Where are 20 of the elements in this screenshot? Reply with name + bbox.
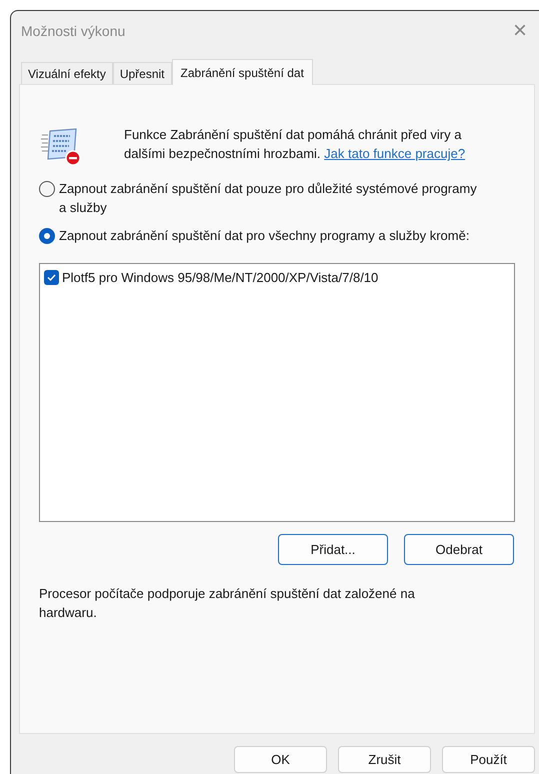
tab[interactable]: Zabránění spuštění dat bbox=[172, 59, 313, 85]
radio-label: Zapnout zabránění spuštění dat pro všechny programy a služby kromě: bbox=[59, 227, 470, 245]
dialog-button[interactable]: Použít bbox=[442, 746, 535, 773]
tab[interactable]: Vizuální efekty bbox=[21, 62, 113, 84]
list-action-button[interactable]: Odebrat bbox=[404, 534, 514, 565]
help-link[interactable]: Jak tato funkce pracuje? bbox=[324, 146, 466, 161]
exception-label: Plotf5 pro Windows 95/98/Me/NT/2000/XP/Vista/7/8/10 bbox=[62, 269, 378, 287]
tab[interactable]: Upřesnit bbox=[112, 62, 172, 84]
radio-option[interactable]: Zapnout zabránění spuštění dat pro všechny programy a služby kromě: bbox=[39, 226, 515, 245]
check-icon bbox=[46, 272, 57, 284]
dialog-button[interactable]: Zrušit bbox=[338, 746, 431, 773]
checkbox[interactable] bbox=[44, 270, 59, 286]
status-text: Procesor počítače podporuje zabránění spuštění dat založené na hardwaru. bbox=[39, 585, 416, 622]
radio-button[interactable] bbox=[39, 181, 55, 197]
description-text: Funkce Zabránění spuštění dat pomáhá chránit před viry a dalšími bezpečnostními hrozbami. Jak tato funkce pracuje? bbox=[124, 126, 466, 163]
window-title: Možnosti výkonu bbox=[21, 22, 126, 41]
radio-button[interactable] bbox=[39, 228, 55, 244]
list-action-button[interactable]: Přidat... bbox=[278, 534, 388, 565]
dialog-button[interactable]: OK bbox=[234, 746, 327, 773]
exception-item[interactable]: Plotf5 pro Windows 95/98/Me/NT/2000/XP/Vista/7/8/10 bbox=[44, 268, 510, 288]
